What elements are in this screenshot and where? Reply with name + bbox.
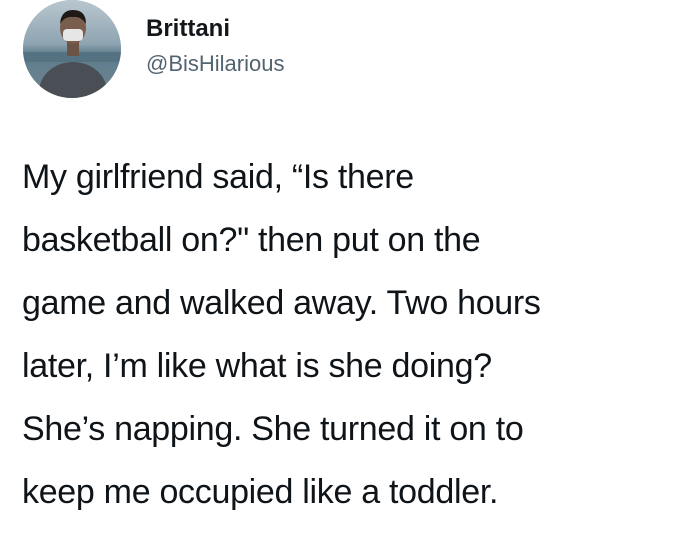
- author-display-name[interactable]: Brittani: [146, 14, 284, 44]
- tweet-text-line: She’s napping. She turned it on to: [22, 410, 524, 448]
- author-names: Brittani @BisHilarious: [146, 14, 284, 78]
- avatar-photo: [23, 0, 121, 98]
- tweet-card: Brittani @BisHilarious My girlfriend sai…: [0, 0, 700, 545]
- tweet-text: My girlfriend said, “Is there basketball…: [22, 146, 692, 524]
- tweet-text-line: My girlfriend said, “Is there: [22, 158, 414, 196]
- tweet-text-line: keep me occupied like a toddler.: [22, 473, 499, 511]
- tweet-text-line: later, I’m like what is she doing?: [22, 347, 492, 385]
- tweet-text-line: game and walked away. Two hours: [22, 284, 541, 322]
- tweet-text-line: basketball on?" then put on the: [22, 221, 481, 259]
- tweet-header: Brittani @BisHilarious: [18, 0, 678, 110]
- avatar[interactable]: [23, 0, 121, 98]
- author-handle[interactable]: @BisHilarious: [146, 50, 284, 78]
